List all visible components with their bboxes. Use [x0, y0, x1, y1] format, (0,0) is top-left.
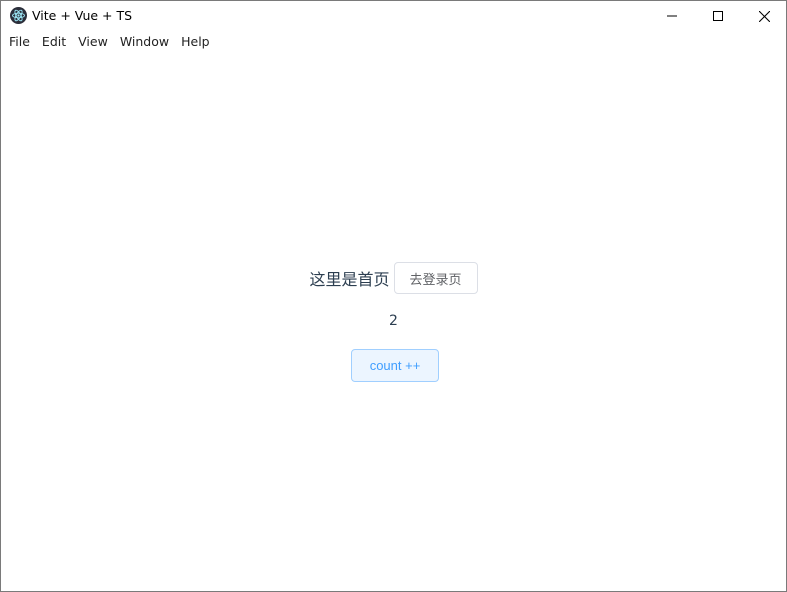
close-button[interactable] [741, 1, 787, 31]
count-increment-button[interactable]: count ++ [351, 349, 439, 382]
menu-bar: File Edit View Window Help [1, 31, 786, 52]
menu-edit[interactable]: Edit [36, 34, 72, 49]
menu-file[interactable]: File [3, 34, 36, 49]
window-title: Vite + Vue + TS [32, 8, 133, 23]
maximize-icon [713, 11, 723, 21]
minimize-button[interactable] [649, 1, 695, 31]
minimize-icon [667, 15, 677, 17]
menu-view[interactable]: View [72, 34, 114, 49]
count-value: 2 [389, 313, 398, 329]
app-window: Vite + Vue + TS File Edit View Window He… [0, 0, 787, 592]
maximize-button[interactable] [695, 1, 741, 31]
home-heading: 这里是首页 [309, 270, 390, 289]
close-icon [758, 10, 770, 22]
go-to-login-button[interactable]: 去登录页 [393, 262, 478, 294]
home-row: 这里是首页 去登录页 [1, 262, 786, 294]
title-bar[interactable]: Vite + Vue + TS [1, 1, 786, 31]
menu-help[interactable]: Help [175, 34, 216, 49]
menu-window[interactable]: Window [114, 34, 175, 49]
page-content: 这里是首页 去登录页 2 count ++ [1, 52, 786, 592]
electron-icon [10, 7, 27, 24]
